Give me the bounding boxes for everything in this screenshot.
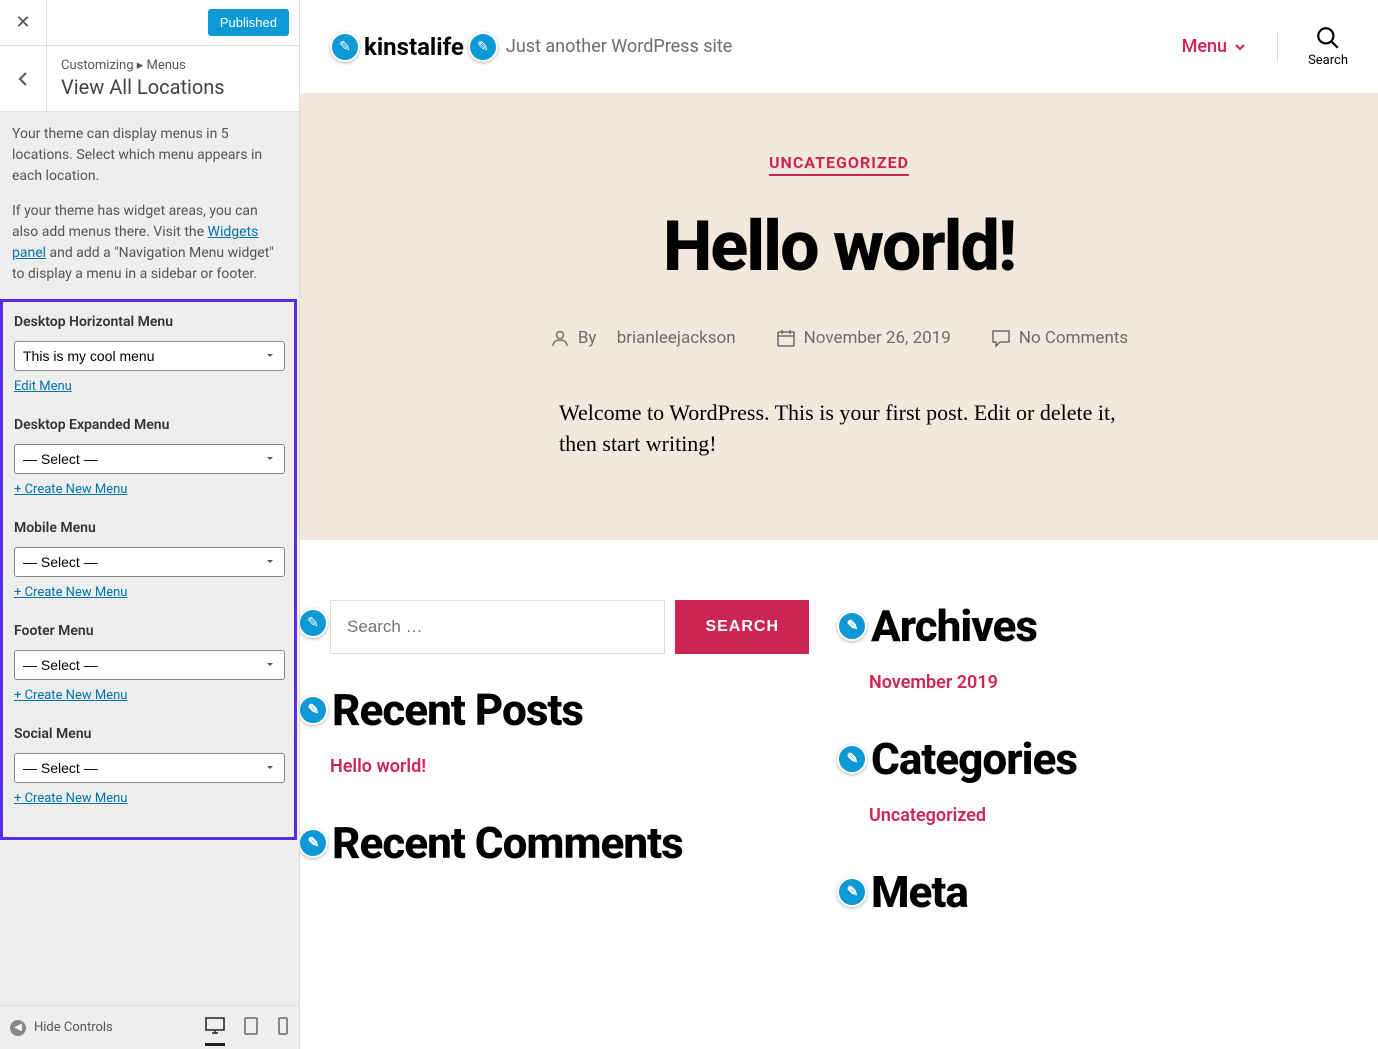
customizer-sidebar: ✕ Published Customizing ▸ Menus View All…: [0, 0, 300, 1049]
collapse-icon: ◀: [10, 1020, 26, 1036]
back-button[interactable]: [0, 46, 47, 111]
menu-locations-box: Desktop Horizontal Menu This is my cool …: [0, 299, 297, 840]
menu-location-mobile: Mobile Menu — Select — + Create New Menu: [14, 518, 285, 603]
preview-nav: Menu Search: [1182, 25, 1348, 68]
recent-comments-widget: ✎Recent Comments: [330, 817, 809, 889]
menu-location-footer: Footer Menu — Select — + Create New Menu: [14, 621, 285, 706]
edit-shortcut-icon[interactable]: ✎: [330, 32, 360, 62]
section-title: View All Locations: [61, 75, 285, 99]
search-form: ✎ SEARCH: [330, 600, 809, 654]
edit-shortcut-icon[interactable]: ✎: [300, 828, 328, 858]
post-excerpt: Welcome to WordPress. This is your first…: [559, 398, 1119, 460]
title-content: Customizing ▸ Menus View All Locations: [47, 46, 299, 111]
edit-shortcut-icon[interactable]: ✎: [837, 877, 867, 907]
breadcrumb: Customizing ▸ Menus: [61, 58, 285, 73]
location-select[interactable]: — Select —: [14, 650, 285, 680]
archive-link[interactable]: November 2019: [869, 672, 1348, 693]
close-button[interactable]: ✕: [0, 0, 47, 45]
device-preview-icons: [205, 1017, 289, 1039]
post-author: By brianleejackson: [550, 328, 736, 348]
archives-widget: ✎Archives November 2019: [869, 600, 1348, 693]
divider: [1277, 32, 1278, 62]
location-label: Desktop Expanded Menu: [14, 415, 285, 436]
meta-widget: ✎Meta: [869, 866, 1348, 938]
calendar-icon: [776, 328, 796, 348]
site-title[interactable]: kinstalife: [364, 33, 464, 61]
comment-icon: [991, 328, 1011, 348]
post-title: Hello world!: [340, 206, 1338, 288]
edit-shortcut-icon[interactable]: ✎: [837, 611, 867, 641]
recent-posts-widget: ✎Recent Posts Hello world!: [330, 684, 809, 777]
create-menu-link[interactable]: + Create New Menu: [14, 583, 127, 603]
tablet-preview-icon[interactable]: [243, 1017, 259, 1039]
search-toggle-button[interactable]: Search: [1308, 25, 1348, 68]
site-preview: ✎ kinstalife ✎ Just another WordPress si…: [300, 0, 1378, 1049]
category-link[interactable]: UNCATEGORIZED: [769, 153, 909, 176]
widgets-area: ✎ SEARCH ✎Recent Posts Hello world! ✎Rec…: [300, 540, 1378, 998]
site-header: ✎ kinstalife ✎ Just another WordPress si…: [300, 0, 1378, 93]
edit-shortcut-icon[interactable]: ✎: [300, 695, 328, 725]
search-button[interactable]: SEARCH: [675, 600, 809, 654]
search-widget: ✎ SEARCH: [330, 600, 809, 684]
location-label: Desktop Horizontal Menu: [14, 312, 285, 333]
post-meta: By brianleejackson November 26, 2019 No …: [340, 328, 1338, 348]
sidebar-body: Your theme can display menus in 5 locati…: [0, 112, 299, 1005]
mobile-preview-icon[interactable]: [277, 1017, 289, 1039]
search-icon: [1315, 25, 1341, 51]
create-menu-link[interactable]: + Create New Menu: [14, 686, 127, 706]
post-hero: UNCATEGORIZED Hello world! By brianleeja…: [300, 93, 1378, 540]
menu-location-social: Social Menu — Select — + Create New Menu: [14, 724, 285, 809]
intro-text-1: Your theme can display menus in 5 locati…: [12, 124, 287, 187]
menu-location-desktop-horizontal: Desktop Horizontal Menu This is my cool …: [14, 312, 285, 397]
edit-menu-link[interactable]: Edit Menu: [14, 377, 72, 397]
site-tagline: Just another WordPress site: [506, 36, 732, 57]
chevron-left-icon: [17, 71, 29, 87]
location-select[interactable]: — Select —: [14, 444, 285, 474]
site-identity: ✎ kinstalife ✎ Just another WordPress si…: [330, 32, 732, 62]
location-select[interactable]: This is my cool menu: [14, 341, 285, 371]
menu-location-desktop-expanded: Desktop Expanded Menu — Select — + Creat…: [14, 415, 285, 500]
menu-toggle-button[interactable]: Menu: [1182, 36, 1247, 57]
create-menu-link[interactable]: + Create New Menu: [14, 789, 127, 809]
location-label: Social Menu: [14, 724, 285, 745]
edit-shortcut-icon[interactable]: ✎: [468, 32, 498, 62]
edit-shortcut-icon[interactable]: ✎: [837, 744, 867, 774]
location-label: Footer Menu: [14, 621, 285, 642]
location-select[interactable]: — Select —: [14, 547, 285, 577]
hide-controls-button[interactable]: ◀ Hide Controls: [10, 1020, 113, 1036]
edit-shortcut-icon[interactable]: ✎: [300, 608, 328, 638]
sidebar-title-row: Customizing ▸ Menus View All Locations: [0, 46, 299, 112]
search-input[interactable]: [330, 600, 665, 654]
post-date: November 26, 2019: [776, 328, 951, 348]
sidebar-footer: ◀ Hide Controls: [0, 1005, 299, 1049]
sidebar-header: ✕ Published: [0, 0, 299, 46]
recent-post-link[interactable]: Hello world!: [330, 756, 809, 777]
categories-widget: ✎Categories Uncategorized: [869, 733, 1348, 826]
location-label: Mobile Menu: [14, 518, 285, 539]
chevron-down-icon: [1233, 40, 1247, 54]
location-select[interactable]: — Select —: [14, 753, 285, 783]
user-icon: [550, 328, 570, 348]
create-menu-link[interactable]: + Create New Menu: [14, 480, 127, 500]
category-link[interactable]: Uncategorized: [869, 805, 1348, 826]
post-comments[interactable]: No Comments: [991, 328, 1128, 348]
desktop-preview-icon[interactable]: [205, 1017, 225, 1046]
intro-text-2: If your theme has widget areas, you can …: [12, 201, 287, 285]
publish-button[interactable]: Published: [208, 9, 289, 36]
